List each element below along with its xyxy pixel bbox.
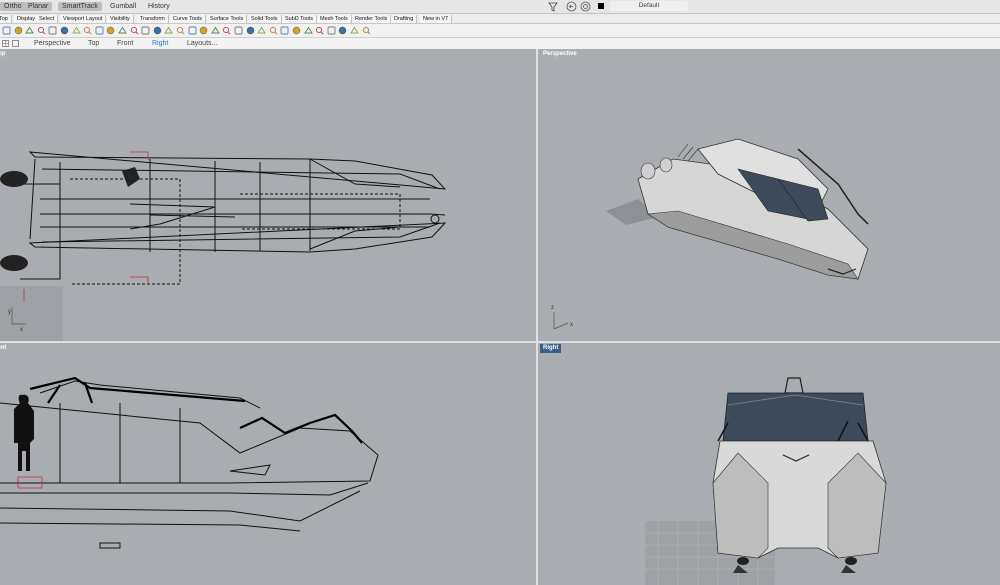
- open-icon[interactable]: [14, 26, 23, 35]
- viewport-perspective[interactable]: x z Perspective: [538, 49, 1000, 341]
- tab-surface-tools[interactable]: Surface Tools: [207, 15, 248, 23]
- back-icon[interactable]: [566, 1, 577, 12]
- redo-icon[interactable]: [95, 26, 104, 35]
- zoom-window-icon[interactable]: [141, 26, 150, 35]
- right-view-hull-drawing: [645, 377, 887, 585]
- zoom-selected-icon[interactable]: [164, 26, 174, 35]
- undo-icon[interactable]: [83, 26, 92, 35]
- lights-icon[interactable]: [246, 26, 255, 35]
- viewport-front[interactable]: Front: [0, 343, 536, 585]
- new-icon[interactable]: [2, 26, 11, 35]
- top-axis-y-label: y: [8, 309, 11, 315]
- viewport-single-icon[interactable]: [12, 40, 19, 47]
- top-view-hull-drawing: x y: [0, 151, 447, 341]
- tab-transform[interactable]: Transform: [137, 15, 169, 23]
- tab-right-view[interactable]: Right: [152, 39, 168, 48]
- tab-curve-tools[interactable]: Curve Tools: [170, 15, 206, 23]
- viewport-right[interactable]: Right: [538, 343, 1000, 585]
- select-icon[interactable]: [210, 26, 220, 35]
- osnap-icon[interactable]: [199, 26, 208, 35]
- filter-icon[interactable]: [548, 1, 558, 12]
- planar-toggle[interactable]: Planar: [24, 2, 53, 11]
- perspective-axis-x-label: x: [570, 322, 573, 328]
- tab-select[interactable]: Select: [36, 15, 59, 23]
- copy-icon[interactable]: [60, 26, 69, 35]
- save-icon[interactable]: [25, 26, 35, 35]
- render-preview-icon[interactable]: [234, 26, 243, 35]
- tab-top[interactable]: Top: [0, 15, 12, 23]
- viewport-divider-horizontal[interactable]: [0, 341, 1000, 343]
- shaded-icon[interactable]: [327, 26, 336, 35]
- viewport-label-front[interactable]: Front: [0, 344, 10, 353]
- tab-new-in-v7[interactable]: New in V7: [420, 15, 453, 23]
- tab-subd-tools[interactable]: SubD Tools: [282, 15, 318, 23]
- rotate-view-icon[interactable]: [118, 26, 127, 35]
- layer-icon[interactable]: [292, 26, 301, 35]
- wireframe-icon[interactable]: [315, 26, 324, 35]
- environment-icon[interactable]: [303, 26, 313, 35]
- grid-snap-icon[interactable]: [188, 26, 197, 35]
- viewport-top[interactable]: x y Top: [0, 49, 536, 341]
- print-icon[interactable]: [37, 26, 46, 35]
- perspective-boat-render: x z: [551, 138, 869, 330]
- toolbar-tab-bar: Top Display Select Viewport Layout Visib…: [0, 14, 1000, 24]
- smarttrack-toggle[interactable]: SmartTrack: [58, 2, 102, 11]
- top-axis-x-label: x: [20, 327, 23, 333]
- layer-dropdown[interactable]: Default: [610, 1, 688, 11]
- rendered-icon[interactable]: [350, 26, 359, 35]
- tab-viewport-layout[interactable]: Viewport Layout: [60, 15, 107, 23]
- render-icon[interactable]: [257, 26, 267, 35]
- viewport-grid-icon[interactable]: [2, 40, 9, 47]
- zoom-extents-icon[interactable]: [153, 26, 162, 35]
- viewport-label-right[interactable]: Right: [540, 344, 562, 353]
- paste-icon[interactable]: [71, 26, 81, 35]
- standard-toolbar: [0, 24, 1000, 38]
- ghosted-icon[interactable]: [338, 26, 347, 35]
- status-bar: Ortho Planar SmartTrack Gumball History …: [0, 0, 1000, 14]
- tab-render-tools[interactable]: Render Tools: [352, 15, 392, 23]
- properties-icon[interactable]: [222, 26, 231, 35]
- tab-layouts[interactable]: Layouts...: [187, 39, 217, 48]
- tab-visibility[interactable]: Visibility: [107, 15, 134, 23]
- ortho-toggle[interactable]: Ortho: [0, 2, 26, 11]
- gumball-toggle[interactable]: Gumball: [106, 2, 140, 11]
- tab-top-view[interactable]: Top: [88, 39, 99, 48]
- named-view-icon[interactable]: [176, 26, 185, 35]
- sun-icon[interactable]: [269, 26, 278, 35]
- pan-icon[interactable]: [106, 26, 115, 35]
- perspective-axis-z-label: z: [551, 305, 554, 311]
- cut-icon[interactable]: [48, 26, 57, 35]
- tab-mesh-tools[interactable]: Mesh Tools: [317, 15, 352, 23]
- front-view-hull-drawing: [0, 376, 379, 549]
- tab-front-view[interactable]: Front: [117, 39, 133, 48]
- target-icon[interactable]: [580, 1, 591, 12]
- layer-color-swatch[interactable]: [598, 3, 604, 9]
- zoom-icon[interactable]: [130, 26, 139, 35]
- tab-perspective[interactable]: Perspective: [34, 39, 71, 48]
- tab-solid-tools[interactable]: Solid Tools: [248, 15, 282, 23]
- material-icon[interactable]: [280, 26, 289, 35]
- tab-drafting[interactable]: Drafting: [391, 15, 418, 23]
- history-toggle[interactable]: History: [144, 2, 174, 11]
- viewport-divider-vertical[interactable]: [536, 49, 538, 585]
- viewport-label-top[interactable]: Top: [0, 50, 9, 59]
- help-icon[interactable]: [362, 26, 371, 35]
- viewport-label-perspective[interactable]: Perspective: [540, 50, 580, 59]
